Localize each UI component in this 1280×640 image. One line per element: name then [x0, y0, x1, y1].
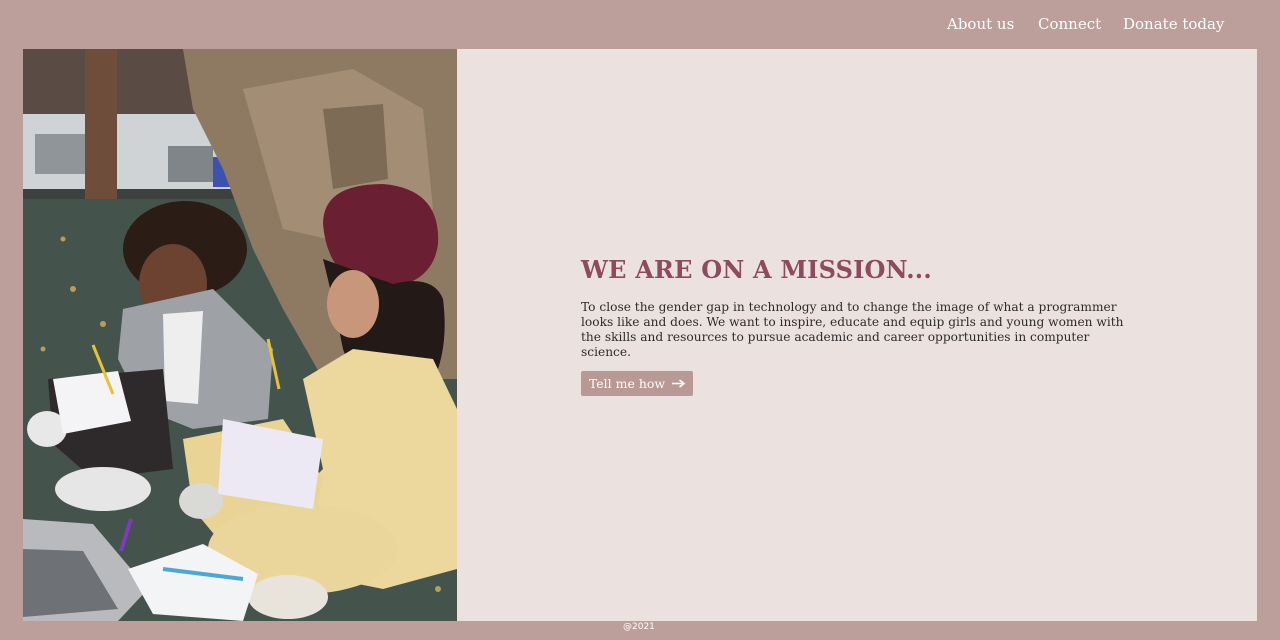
tell-me-how-label: Tell me how: [588, 376, 666, 391]
nav-link-donate-today[interactable]: Donate today: [1123, 15, 1224, 33]
footer-copyright: @2021: [623, 622, 655, 632]
hero-headline: WE ARE ON A MISSION...: [581, 255, 932, 284]
arrow-right-icon: [672, 379, 686, 388]
top-nav: About us Connect Donate today: [0, 0, 1280, 49]
hero-panel: WE ARE ON A MISSION... To close the gend…: [457, 49, 1257, 621]
tell-me-how-button[interactable]: Tell me how: [581, 371, 693, 396]
hero-photo: [23, 49, 457, 621]
nav-link-about-us[interactable]: About us: [947, 15, 1014, 33]
hero-description: To close the gender gap in technology an…: [581, 300, 1124, 359]
nav-link-connect[interactable]: Connect: [1038, 15, 1101, 33]
